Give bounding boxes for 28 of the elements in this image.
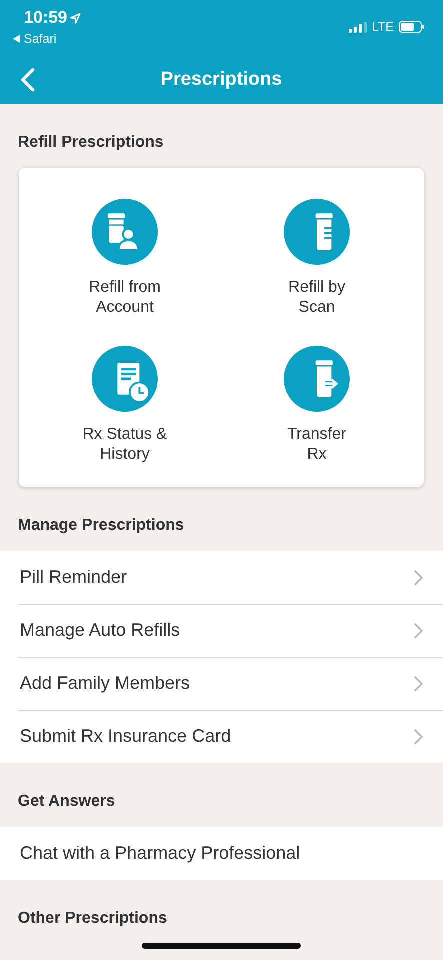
back-triangle-icon[interactable]	[13, 35, 20, 43]
action-label[interactable]: Refill from Account	[75, 278, 175, 318]
row-label: Submit Rx Insurance Card	[20, 726, 232, 747]
row-label: Pill Reminder	[20, 567, 128, 588]
network-label: LTE	[372, 20, 394, 34]
action-label[interactable]: Transfer Rx	[288, 425, 346, 465]
bottle-person-icon[interactable]	[92, 199, 158, 265]
page-title: Prescriptions	[160, 69, 282, 91]
location-arrow-icon	[70, 12, 82, 24]
menu-row[interactable]: Add Family Members	[0, 657, 443, 710]
section-heading: Refill Prescriptions	[18, 134, 164, 151]
row-label: Manage Auto Refills	[20, 620, 180, 641]
signal-icon	[349, 22, 367, 32]
section-heading: Manage Prescriptions	[18, 517, 184, 534]
battery-icon	[399, 21, 425, 33]
document-clock-icon[interactable]	[92, 346, 158, 412]
menu-row[interactable]: Chat with a Pharmacy Professional	[0, 827, 443, 880]
row-label: Chat with a Pharmacy Professional	[20, 843, 300, 864]
section-heading: Get Answers	[18, 793, 116, 810]
section-heading: Other Prescriptions	[18, 910, 168, 927]
menu-row[interactable]: Pill Reminder	[0, 551, 443, 604]
menu-row[interactable]: Submit Rx Insurance Card	[0, 710, 443, 763]
clock-time: 10:59	[24, 8, 68, 28]
bottle-icon[interactable]	[284, 199, 350, 265]
row-label: Add Family Members	[20, 673, 190, 694]
action-label[interactable]: Refill by Scan	[288, 278, 346, 318]
menu-row[interactable]: Manage Auto Refills	[0, 604, 443, 657]
action-label[interactable]: Rx Status & History	[75, 425, 175, 465]
